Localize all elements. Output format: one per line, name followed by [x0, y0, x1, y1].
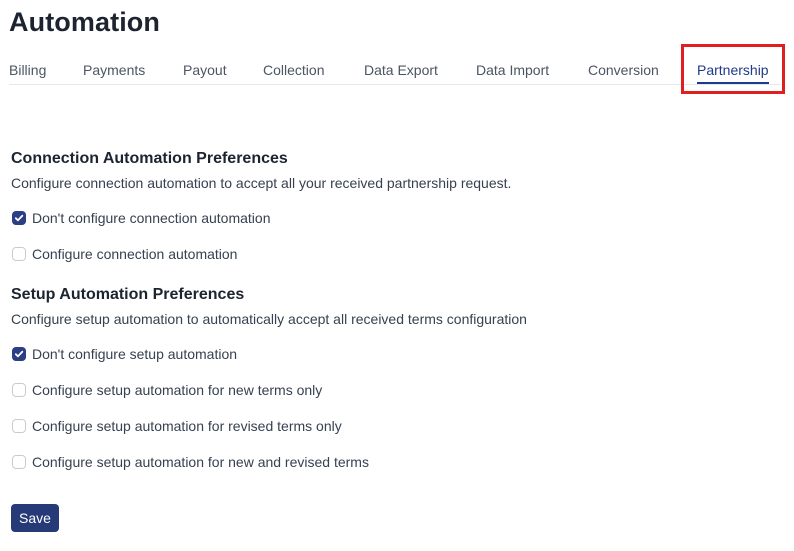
connection-section-title: Connection Automation Preferences [11, 150, 288, 167]
tab-billing[interactable]: Billing [9, 62, 46, 78]
setup-section-description: Configure setup automation to automatica… [11, 311, 527, 327]
checkbox-unchecked[interactable] [12, 383, 26, 397]
page-title: Automation [9, 7, 160, 37]
connection-section-description: Configure connection automation to accep… [11, 175, 512, 191]
tab-payments[interactable]: Payments [83, 62, 145, 78]
checkbox-checked[interactable] [12, 211, 26, 225]
checkbox-unchecked[interactable] [12, 419, 26, 433]
tab-collection[interactable]: Collection [263, 62, 324, 78]
tab-partnership[interactable]: Partnership [697, 62, 769, 84]
option-label: Don't configure setup automation [32, 346, 238, 362]
setup-option-dont-configure[interactable]: Don't configure setup automation [12, 345, 237, 363]
option-label: Configure setup automation for revised t… [32, 418, 342, 434]
option-label: Don't configure connection automation [32, 210, 271, 226]
checkmark-icon [14, 214, 24, 222]
tab-payout[interactable]: Payout [183, 62, 227, 78]
option-label: Configure connection automation [32, 246, 238, 262]
tab-bar: Billing Payments Payout Collection Data … [9, 54, 780, 85]
checkmark-icon [14, 350, 24, 358]
tab-data-export[interactable]: Data Export [364, 62, 438, 78]
tab-data-import[interactable]: Data Import [476, 62, 549, 78]
option-label: Configure setup automation for new and r… [32, 454, 369, 470]
setup-option-new-terms[interactable]: Configure setup automation for new terms… [12, 381, 322, 399]
setup-option-revised-terms[interactable]: Configure setup automation for revised t… [12, 417, 342, 435]
connection-option-configure[interactable]: Configure connection automation [12, 245, 237, 263]
option-label: Configure setup automation for new terms… [32, 382, 323, 398]
checkbox-unchecked[interactable] [12, 455, 26, 469]
checkbox-unchecked[interactable] [12, 247, 26, 261]
checkbox-checked[interactable] [12, 347, 26, 361]
setup-option-new-and-revised-terms[interactable]: Configure setup automation for new and r… [12, 453, 369, 471]
setup-section-title: Setup Automation Preferences [11, 286, 245, 303]
tab-conversion[interactable]: Conversion [588, 62, 659, 78]
save-button[interactable]: Save [11, 504, 59, 532]
connection-option-dont-configure[interactable]: Don't configure connection automation [12, 209, 271, 227]
